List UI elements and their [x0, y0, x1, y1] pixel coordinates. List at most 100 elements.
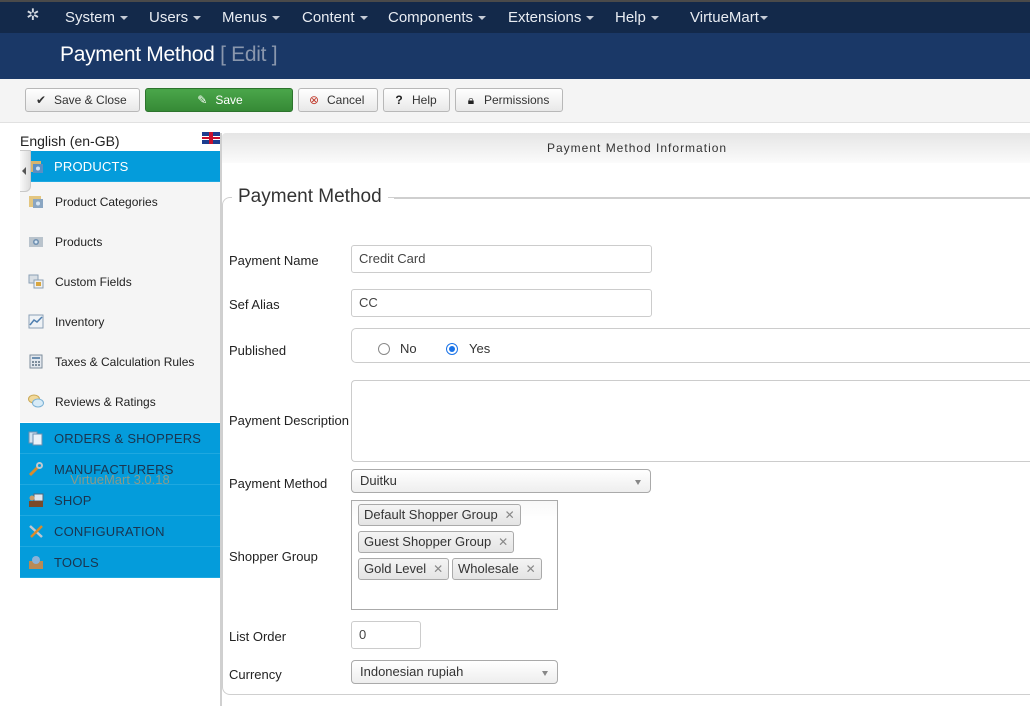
- sidebar-header-tools[interactable]: TOOLS: [20, 547, 220, 578]
- shopper-group-chip: Gold Level ✕: [358, 558, 450, 580]
- language-label: English (en-GB): [20, 133, 120, 149]
- menu-label: Extensions: [508, 9, 582, 26]
- payment-method-label: Payment Method: [229, 476, 328, 491]
- shopper-group-chip: Wholesale ✕: [452, 558, 542, 580]
- sidebar-header-orders-shoppers[interactable]: ORDERS & SHOPPERS: [20, 423, 220, 454]
- help-button[interactable]: ? Help: [383, 88, 450, 112]
- page-title: Payment Method [ Edit ]: [60, 43, 278, 67]
- menu-system[interactable]: System: [65, 2, 129, 33]
- sidebar-header-configuration[interactable]: CONFIGURATION: [20, 516, 220, 547]
- menu-label: Users: [149, 9, 189, 26]
- uk-flag-icon[interactable]: [202, 132, 220, 144]
- menu-users[interactable]: Users: [149, 2, 202, 33]
- caret-down-icon: [120, 16, 129, 21]
- joomla-icon[interactable]: ✲: [24, 7, 42, 25]
- payment-method-select[interactable]: Duitku: [351, 469, 651, 493]
- folder-camera-icon: [29, 196, 43, 208]
- fieldset-legend: Payment Method: [232, 186, 388, 208]
- sidebar-item-reviews[interactable]: Reviews & Ratings: [20, 382, 220, 422]
- save-button[interactable]: ✎ Save: [145, 88, 293, 112]
- currency-value: Indonesian rupiah: [360, 664, 464, 679]
- remove-chip-icon[interactable]: ✕: [498, 532, 508, 552]
- sidebar-item-custom-fields[interactable]: Custom Fields: [20, 262, 220, 302]
- sidebar-item-product-categories[interactable]: Product Categories: [20, 182, 220, 222]
- button-label: Save: [215, 93, 243, 107]
- chip-label: Gold Level: [364, 561, 427, 576]
- chip-label: Wholesale: [458, 561, 519, 576]
- legend-divider: [394, 198, 1030, 199]
- sidebar-header-label: ORDERS & SHOPPERS: [54, 431, 202, 446]
- shopper-group-chip: Default Shopper Group ✕: [358, 504, 521, 526]
- published-yes-radio[interactable]: [446, 343, 458, 355]
- dropdown-arrow-icon: [635, 480, 641, 485]
- sidebar-header-shop[interactable]: SHOP: [20, 485, 220, 516]
- payment-name-input[interactable]: Credit Card: [351, 245, 652, 273]
- published-yes-label[interactable]: Yes: [469, 341, 490, 356]
- menu-extensions[interactable]: Extensions: [508, 2, 595, 33]
- toolbox-icon: [29, 556, 43, 569]
- button-label: Save & Close: [54, 93, 127, 107]
- sidebar-item-label: Product Categories: [55, 195, 158, 209]
- payment-description-label: Payment Description: [229, 413, 349, 428]
- sidebar-item-label: Inventory: [55, 315, 105, 329]
- calculator-icon: [29, 354, 43, 369]
- shopper-group-label: Shopper Group: [229, 549, 318, 564]
- caret-down-icon: [193, 16, 202, 21]
- save-close-button[interactable]: ✔ Save & Close: [25, 88, 140, 112]
- list-order-input[interactable]: 0: [351, 621, 421, 649]
- tab-payment-method-information[interactable]: Payment Method Information: [222, 133, 1030, 163]
- sidebar-item-taxes[interactable]: Taxes & Calculation Rules: [20, 342, 220, 382]
- edit-icon: ✎: [197, 93, 208, 107]
- currency-select[interactable]: Indonesian rupiah: [351, 660, 558, 684]
- sidebar-item-inventory[interactable]: Inventory: [20, 302, 220, 342]
- shop-icon: [29, 493, 44, 507]
- menu-label: Help: [615, 9, 646, 26]
- documents-icon: [28, 431, 43, 446]
- menu-label: Components: [388, 9, 474, 26]
- dropdown-arrow-icon: [542, 671, 548, 676]
- menu-virtuemart[interactable]: VirtueMart: [690, 2, 768, 33]
- published-no-label[interactable]: No: [400, 341, 417, 356]
- remove-chip-icon[interactable]: ✕: [526, 559, 536, 579]
- sef-alias-input[interactable]: CC: [351, 289, 652, 317]
- sef-alias-label: Sef Alias: [229, 297, 280, 312]
- menu-label: Content: [302, 9, 355, 26]
- menu-label: Menus: [222, 9, 268, 26]
- payment-name-label: Payment Name: [229, 253, 319, 268]
- question-circle-icon: ?: [395, 93, 403, 107]
- page-title-text: Payment Method: [60, 43, 215, 66]
- menu-components[interactable]: Components: [388, 2, 487, 33]
- collapse-sidebar-handle[interactable]: [20, 150, 31, 192]
- payment-method-value: Duitku: [360, 473, 397, 488]
- published-radio-group: No Yes: [351, 328, 1030, 363]
- list-order-label: List Order: [229, 629, 287, 644]
- menu-label: VirtueMart: [690, 9, 759, 26]
- permissions-button[interactable]: 🔒︎ Permissions: [455, 88, 563, 112]
- sidebar-item-products[interactable]: Products: [20, 222, 220, 262]
- shopper-group-chip: Guest Shopper Group ✕: [358, 531, 515, 553]
- caret-down-icon: [478, 16, 487, 21]
- remove-chip-icon[interactable]: ✕: [433, 559, 443, 579]
- page-subtitle: [ Edit ]: [220, 43, 278, 66]
- menu-help[interactable]: Help: [615, 2, 659, 33]
- payment-description-textarea[interactable]: [351, 380, 1030, 462]
- title-bar: Payment Method [ Edit ]: [0, 33, 1030, 79]
- sidebar-item-label: Products: [55, 235, 103, 249]
- chip-label: Guest Shopper Group: [364, 534, 492, 549]
- cancel-circle-icon: ⊗: [308, 93, 320, 107]
- tools-icon: [29, 525, 43, 538]
- lock-icon: 🔒︎: [467, 93, 475, 107]
- menu-content[interactable]: Content: [302, 2, 368, 33]
- menu-menus[interactable]: Menus: [222, 2, 281, 33]
- sidebar-item-label: Taxes & Calculation Rules: [55, 355, 195, 369]
- cancel-button[interactable]: ⊗ Cancel: [298, 88, 378, 112]
- sidebar-header-label: CONFIGURATION: [54, 524, 165, 539]
- sidebar-header-products[interactable]: PRODUCTS: [20, 151, 220, 182]
- published-no-radio[interactable]: [378, 343, 390, 355]
- shopper-group-multiselect[interactable]: Default Shopper Group ✕ Guest Shopper Gro…: [351, 500, 558, 610]
- sidebar-header-label: TOOLS: [54, 555, 99, 570]
- remove-chip-icon[interactable]: ✕: [505, 505, 515, 525]
- sidebar-item-label: Custom Fields: [55, 275, 132, 289]
- caret-down-icon: [586, 16, 595, 21]
- caret-down-icon: [759, 16, 768, 21]
